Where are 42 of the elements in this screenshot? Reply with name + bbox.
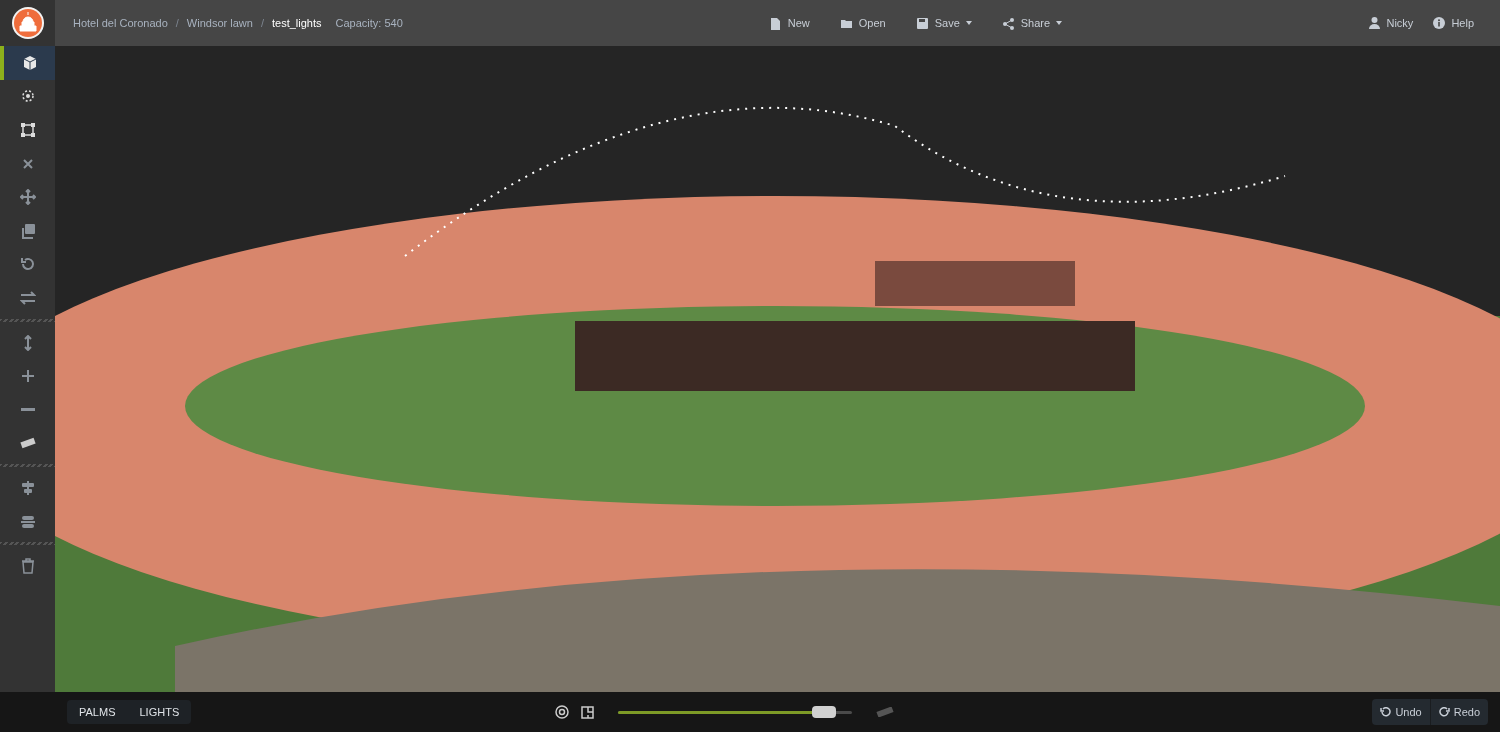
rotate-icon [19,256,36,273]
share-menu-button[interactable]: Share [993,14,1071,32]
swap-arrows-icon [19,289,36,306]
undo-icon [1380,706,1392,718]
folder-menu-button[interactable]: Open [831,14,894,32]
breadcrumb-separator: / [175,15,179,31]
breadcrumb-link[interactable]: Windsor lawn [186,14,253,32]
sparkle-icon [19,88,36,105]
floorplan-icon[interactable] [581,705,595,719]
trash-icon [19,558,36,575]
file-menu-button[interactable]: New [760,14,818,32]
share-icon [1001,16,1015,30]
dome-logo[interactable] [10,6,45,40]
ruler-icon[interactable] [876,707,895,717]
redo-button[interactable]: Redo [1430,699,1488,725]
save-icon [915,16,929,30]
minus-icon [20,408,35,412]
capacity-label: Capacity: 540 [335,15,403,31]
info-icon [1433,17,1446,29]
layer-tab[interactable]: LIGHTS [127,700,192,724]
align-middle-icon [19,513,36,530]
help-button[interactable]: Help [1433,14,1474,32]
zoom-slider[interactable] [618,705,853,719]
3d-scene-view[interactable] [55,46,1500,692]
align-center-icon [19,479,36,496]
breadcrumb-link[interactable]: Hotel del Coronado [73,14,168,32]
user-menu[interactable]: Nicky [1369,14,1414,32]
current-layout-name[interactable]: test_lights [271,14,322,32]
redo-icon [1438,706,1450,718]
plus-icon [19,368,36,385]
copy-icon [19,222,36,239]
layer-tab[interactable]: PALMS [67,700,128,724]
cube-icon [21,54,38,71]
cube-tool-button[interactable] [0,46,55,80]
breadcrumb-separator: / [260,15,264,31]
move-arrows-icon [19,189,36,206]
target-icon[interactable] [555,705,570,719]
undo-button[interactable]: Undo [1372,699,1431,725]
file-icon [768,16,782,30]
user-icon [1369,17,1381,29]
save-menu-button[interactable]: Save [907,14,980,32]
selection-box-icon [19,122,36,138]
